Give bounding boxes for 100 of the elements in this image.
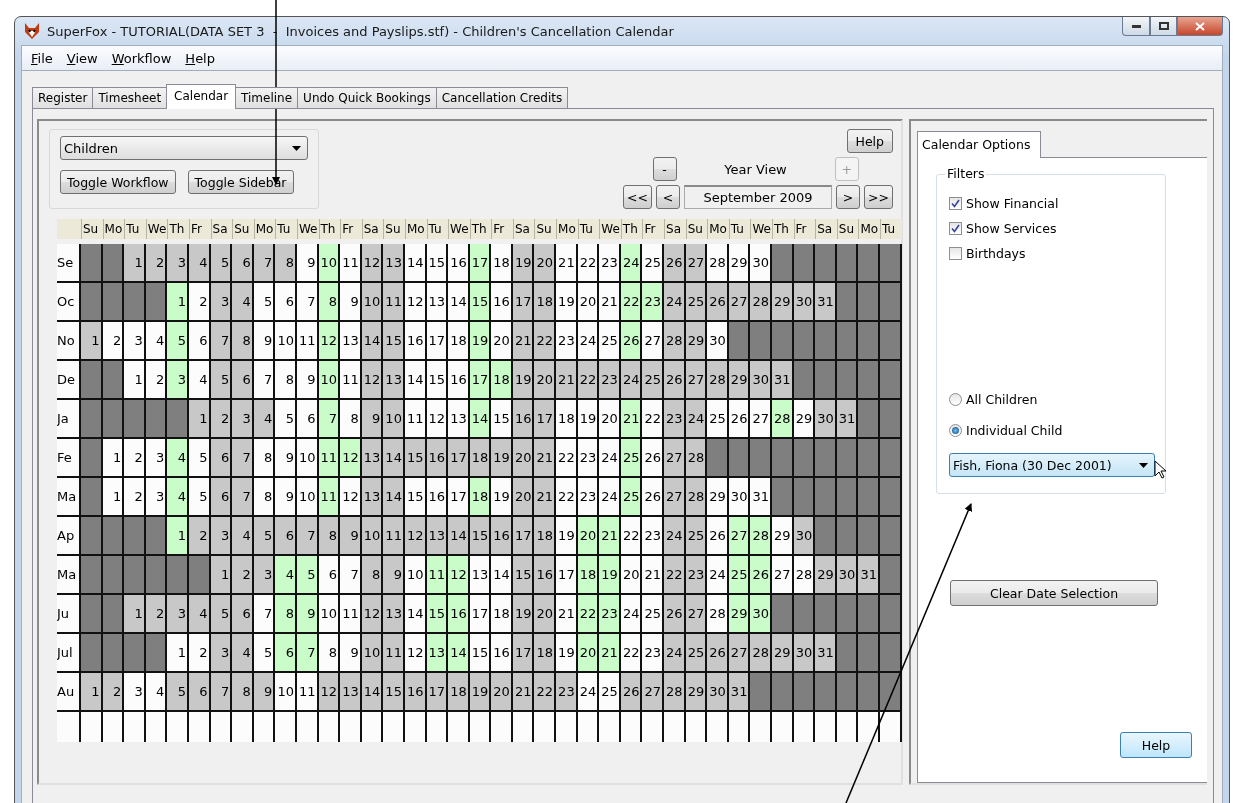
day-cell[interactable]: 20 [577, 517, 600, 556]
zoom-out-button[interactable]: - [652, 157, 677, 181]
day-cell[interactable]: 7 [296, 283, 319, 322]
day-cell[interactable]: 27 [664, 439, 686, 478]
day-cell[interactable]: 9 [340, 634, 362, 673]
day-cell[interactable]: 23 [599, 361, 621, 400]
day-cell[interactable]: 14 [448, 517, 470, 556]
day-cell[interactable]: 4 [253, 400, 276, 439]
day-cell[interactable]: 28 [793, 556, 816, 595]
day-cell[interactable]: 22 [534, 673, 557, 712]
tab[interactable]: Undo Quick Bookings [297, 87, 437, 109]
day-cell[interactable]: 12 [318, 322, 341, 361]
day-cell[interactable]: 10 [275, 322, 297, 361]
day-cell[interactable]: 20 [534, 361, 557, 400]
day-cell[interactable]: 19 [469, 322, 492, 361]
day-cell[interactable]: 14 [404, 595, 427, 634]
day-cell[interactable]: 5 [188, 439, 211, 478]
day-cell[interactable]: 26 [707, 517, 729, 556]
day-cell[interactable]: 6 [210, 478, 233, 517]
day-cell[interactable]: 6 [188, 322, 211, 361]
day-cell[interactable]: 12 [340, 439, 362, 478]
day-cell[interactable]: 4 [232, 634, 254, 673]
day-cell[interactable]: 18 [577, 556, 600, 595]
day-cell[interactable]: 24 [599, 439, 621, 478]
day-cell[interactable]: 3 [167, 361, 189, 400]
day-cell[interactable]: 28 [707, 361, 729, 400]
day-cell[interactable]: 11 [383, 517, 405, 556]
day-cell[interactable]: 23 [599, 244, 621, 283]
day-cell[interactable]: 26 [642, 478, 665, 517]
day-cell[interactable]: 30 [750, 361, 772, 400]
day-cell[interactable]: 26 [642, 439, 665, 478]
day-cell[interactable]: 23 [685, 556, 708, 595]
day-cell[interactable]: 2 [124, 478, 146, 517]
day-cell[interactable]: 15 [512, 556, 535, 595]
day-cell[interactable]: 19 [556, 517, 578, 556]
day-cell[interactable]: 15 [404, 478, 427, 517]
day-cell[interactable]: 9 [296, 361, 319, 400]
day-cell[interactable]: 17 [469, 244, 492, 283]
day-cell[interactable]: 9 [340, 283, 362, 322]
day-cell[interactable]: 15 [426, 361, 449, 400]
day-cell[interactable]: 18 [534, 517, 557, 556]
day-cell[interactable]: 21 [642, 556, 665, 595]
day-cell[interactable]: 25 [599, 322, 621, 361]
day-cell[interactable]: 20 [599, 400, 621, 439]
day-cell[interactable]: 11 [296, 673, 319, 712]
day-cell[interactable]: 7 [210, 673, 233, 712]
day-cell[interactable]: 11 [383, 634, 405, 673]
day-cell[interactable]: 19 [599, 556, 621, 595]
day-cell[interactable]: 25 [685, 517, 708, 556]
day-cell[interactable]: 24 [620, 595, 643, 634]
day-cell[interactable]: 3 [232, 400, 254, 439]
day-cell[interactable]: 25 [599, 673, 621, 712]
day-cell[interactable]: 10 [383, 400, 405, 439]
day-cell[interactable]: 2 [232, 556, 254, 595]
day-cell[interactable]: 21 [534, 439, 557, 478]
day-cell[interactable]: 28 [750, 283, 772, 322]
day-cell[interactable]: 8 [318, 634, 341, 673]
day-cell[interactable]: 16 [448, 361, 470, 400]
day-cell[interactable]: 22 [620, 517, 643, 556]
day-cell[interactable]: 6 [232, 244, 254, 283]
day-cell[interactable]: 17 [534, 400, 557, 439]
day-cell[interactable]: 25 [685, 634, 708, 673]
day-cell[interactable]: 24 [599, 478, 621, 517]
day-cell[interactable]: 12 [426, 400, 449, 439]
day-cell[interactable]: 11 [340, 361, 362, 400]
day-cell[interactable]: 20 [620, 556, 643, 595]
day-cell[interactable]: 23 [642, 283, 665, 322]
day-cell[interactable]: 13 [426, 517, 449, 556]
day-cell[interactable]: 22 [620, 634, 643, 673]
day-cell[interactable]: 22 [664, 556, 686, 595]
day-cell[interactable]: 30 [728, 478, 751, 517]
day-cell[interactable]: 7 [296, 517, 319, 556]
day-cell[interactable]: 18 [469, 439, 492, 478]
day-cell[interactable]: 16 [491, 283, 513, 322]
day-cell[interactable]: 21 [599, 517, 621, 556]
day-cell[interactable]: 17 [556, 556, 578, 595]
day-cell[interactable]: 23 [556, 322, 578, 361]
day-cell[interactable]: 2 [210, 400, 233, 439]
day-cell[interactable]: 27 [642, 673, 665, 712]
day-cell[interactable]: 9 [296, 244, 319, 283]
day-cell[interactable]: 3 [124, 673, 146, 712]
day-cell[interactable]: 13 [361, 478, 384, 517]
day-cell[interactable]: 18 [491, 361, 513, 400]
day-cell[interactable]: 12 [404, 517, 427, 556]
day-cell[interactable]: 21 [556, 244, 578, 283]
day-cell[interactable]: 8 [318, 283, 341, 322]
checkbox[interactable] [949, 247, 962, 260]
day-cell[interactable]: 8 [275, 244, 297, 283]
day-cell[interactable]: 27 [685, 361, 708, 400]
day-cell[interactable]: 26 [664, 595, 686, 634]
day-cell[interactable]: 10 [361, 517, 384, 556]
tab[interactable]: Cancellation Credits [435, 87, 569, 109]
day-cell[interactable]: 29 [772, 517, 794, 556]
day-cell[interactable]: 30 [707, 673, 729, 712]
day-cell[interactable]: 14 [404, 361, 427, 400]
day-cell[interactable]: 15 [383, 322, 405, 361]
day-cell[interactable]: 15 [469, 283, 492, 322]
day-cell[interactable]: 4 [145, 673, 168, 712]
day-cell[interactable]: 23 [664, 400, 686, 439]
day-cell[interactable]: 8 [253, 478, 276, 517]
